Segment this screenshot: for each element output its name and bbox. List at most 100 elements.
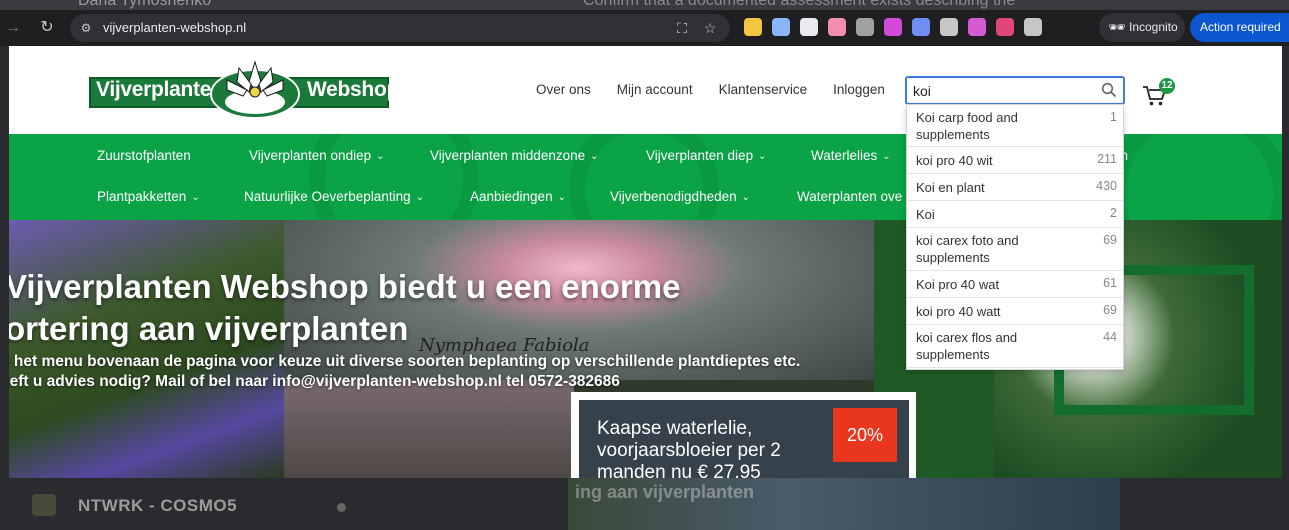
suggestion-count: 61 xyxy=(1103,276,1117,290)
menu-item-label: Natuurlijke Oeverbeplanting xyxy=(244,189,411,204)
address-bar[interactable]: ⚙ vijverplanten-webshop.nl ⛶ ☆ xyxy=(70,14,730,42)
suggestion-text: koi carex foto and supplements xyxy=(916,233,1019,265)
extension-icons xyxy=(744,18,1042,38)
browser-extension-icon[interactable] xyxy=(996,18,1014,36)
search-box xyxy=(905,76,1125,105)
cart-count-badge: 12 xyxy=(1159,78,1175,94)
search-input[interactable] xyxy=(913,81,1093,101)
search-suggestion-item[interactable]: koi pro 40 watt 69 xyxy=(907,298,1123,325)
chevron-down-icon: ⌄ xyxy=(376,151,385,162)
logo-text-right: Webshop xyxy=(307,78,400,101)
nav-link-about[interactable]: Over ons xyxy=(536,82,591,97)
menu-item-label: Waterlelies xyxy=(811,148,878,163)
site-logo[interactable]: Vijverplanten Webshop xyxy=(89,56,399,121)
nav-link-login[interactable]: Inloggen xyxy=(833,82,885,97)
promo-card-body: Kaapse waterlelie, voorjaarsbloeier per … xyxy=(579,400,909,478)
background-app-icon xyxy=(32,494,56,516)
forward-icon[interactable]: → xyxy=(2,17,24,39)
menu-item-label: Vijverplanten middenzone xyxy=(430,148,586,163)
suggestion-count: 69 xyxy=(1103,303,1117,317)
browser-extension-icon[interactable] xyxy=(940,18,958,36)
suggestion-text: Koi pro 40 wat xyxy=(916,277,1000,292)
reload-icon[interactable]: ↻ xyxy=(36,17,58,39)
incognito-indicator[interactable]: 🕶 Incognito xyxy=(1099,13,1185,42)
background-text-snippet: Confirm that a documented assessment exi… xyxy=(583,0,1016,9)
menu-item-label: Vijverbenodigdheden xyxy=(610,189,737,204)
browser-extension-icon[interactable] xyxy=(800,18,818,36)
menu-item-label: Vijverplanten ondiep xyxy=(249,148,372,163)
menu-item-row2-3[interactable]: Vijverbenodigdheden ⌄ xyxy=(610,189,750,204)
promo-text: Kaapse waterlelie, voorjaarsbloeier per … xyxy=(597,418,781,478)
search-suggestion-item[interactable]: koi carex foto and supplements 69 xyxy=(907,228,1123,271)
shopping-cart[interactable]: 12 xyxy=(1142,78,1178,106)
browser-extension-icon[interactable] xyxy=(856,18,874,36)
search-suggestion-item[interactable]: Koi 2 xyxy=(907,201,1123,228)
background-thumbnail-text: ing aan vijverplanten xyxy=(575,482,755,502)
menu-item-row1-4[interactable]: Waterlelies ⌄ xyxy=(811,148,891,163)
browser-extension-icon[interactable] xyxy=(968,18,986,36)
menu-item-row2-0[interactable]: Plantpakketten ⌄ xyxy=(97,189,200,204)
search-suggestion-item[interactable]: Koi pro 40 wat 61 xyxy=(907,271,1123,298)
menu-item-row1-0[interactable]: Zuurstofplanten xyxy=(97,148,191,163)
menu-item-label: Zuurstofplanten xyxy=(97,148,191,163)
suggestion-count: 2 xyxy=(1110,206,1117,220)
suggestion-text: Koi carp food and supplements xyxy=(916,110,1018,142)
chevron-down-icon: ⌄ xyxy=(590,151,599,162)
browser-extension-icon[interactable] xyxy=(772,18,790,36)
chevron-down-icon: ⌄ xyxy=(758,151,767,162)
chevron-down-icon: ⌄ xyxy=(415,192,424,203)
browser-toolbar: → ↻ ⚙ vijverplanten-webshop.nl ⛶ ☆ 🕶 Inc… xyxy=(0,10,1289,46)
suggestion-count: 44 xyxy=(1103,330,1117,344)
background-window-top: Daria Tymoshenko Confirm that a document… xyxy=(0,0,1289,10)
menu-item-label: Vijverplanten diep xyxy=(646,148,754,163)
menu-item-label: Waterplanten ove xyxy=(797,189,903,204)
search-suggestions-dropdown: Koi carp food and supplements 1 koi pro 40… xyxy=(906,104,1124,370)
menu-item-row1-2[interactable]: Vijverplanten middenzone ⌄ xyxy=(430,148,599,163)
chevron-down-icon: ⌄ xyxy=(191,192,200,203)
top-navigation: Over ons Mijn account Klantenservice Inl… xyxy=(536,82,911,97)
incognito-icon: 🕶 xyxy=(1108,19,1126,35)
chevron-down-icon: ⌄ xyxy=(741,192,750,203)
browser-extension-icon[interactable] xyxy=(828,18,846,36)
promo-card[interactable]: Kaapse waterlelie, voorjaarsbloeier per … xyxy=(571,392,916,478)
search-suggestion-item[interactable]: Koi carp food and supplements 1 xyxy=(907,105,1123,147)
bookmark-star-icon[interactable]: ☆ xyxy=(701,19,719,37)
browser-extension-icon[interactable] xyxy=(744,18,762,36)
hero-subtitle-line-2: eeft u advies nodig? Mail of bel naar in… xyxy=(9,373,620,390)
background-status-dot xyxy=(337,503,346,512)
suggestion-count: 211 xyxy=(1097,152,1117,166)
site-info-icon[interactable]: ⚙ xyxy=(78,20,94,36)
suggestion-text: Koi xyxy=(916,207,935,222)
hero-subtitle: e het menu bovenaan de pagina voor keuze… xyxy=(9,352,800,392)
hero-title-line-1: Vijverplanten Webshop biedt u een enorme xyxy=(9,268,681,305)
browser-extension-icon[interactable] xyxy=(1024,18,1042,36)
translate-icon[interactable]: ⛶ xyxy=(673,19,691,37)
chevron-down-icon: ⌄ xyxy=(557,192,566,203)
browser-extension-icon[interactable] xyxy=(912,18,930,36)
menu-item-row2-1[interactable]: Natuurlijke Oeverbeplanting ⌄ xyxy=(244,189,424,204)
incognito-label: Incognito xyxy=(1129,20,1178,34)
search-icon[interactable] xyxy=(1101,82,1117,98)
suggestion-count: 69 xyxy=(1103,233,1117,247)
hero-subtitle-line-1: e het menu bovenaan de pagina voor keuze… xyxy=(9,353,801,370)
menu-item-label: Plantpakketten xyxy=(97,189,187,204)
suggestion-count: 1 xyxy=(1110,110,1117,124)
search-suggestion-item[interactable]: koi pro 40 wit 211 xyxy=(907,147,1123,174)
suggestion-text: koi pro 40 watt xyxy=(916,304,1001,319)
search-suggestion-item[interactable]: Koi en plant 430 xyxy=(907,174,1123,201)
web-page: Vijverplanten Webshop Over ons Mijn acco… xyxy=(9,46,1282,478)
action-required-button[interactable]: Action required xyxy=(1190,13,1289,42)
menu-item-row2-4[interactable]: Waterplanten ove xyxy=(797,189,902,204)
background-username: Daria Tymoshenko xyxy=(78,0,212,9)
menu-item-row2-2[interactable]: Aanbiedingen ⌄ xyxy=(470,189,566,204)
nav-link-service[interactable]: Klantenservice xyxy=(719,82,808,97)
search-suggestion-item[interactable]: koi carex flos and supplements 44 xyxy=(907,325,1123,368)
url-text[interactable]: vijverplanten-webshop.nl xyxy=(103,20,246,35)
browser-extension-icon[interactable] xyxy=(884,18,902,36)
menu-item-row1-3[interactable]: Vijverplanten diep ⌄ xyxy=(646,148,766,163)
menu-item-row1-1[interactable]: Vijverplanten ondiep ⌄ xyxy=(249,148,384,163)
discount-badge: 20% xyxy=(833,408,897,462)
chevron-down-icon: ⌄ xyxy=(882,151,891,162)
nav-link-account[interactable]: Mijn account xyxy=(617,82,693,97)
water-lily-logo-icon xyxy=(210,60,300,119)
